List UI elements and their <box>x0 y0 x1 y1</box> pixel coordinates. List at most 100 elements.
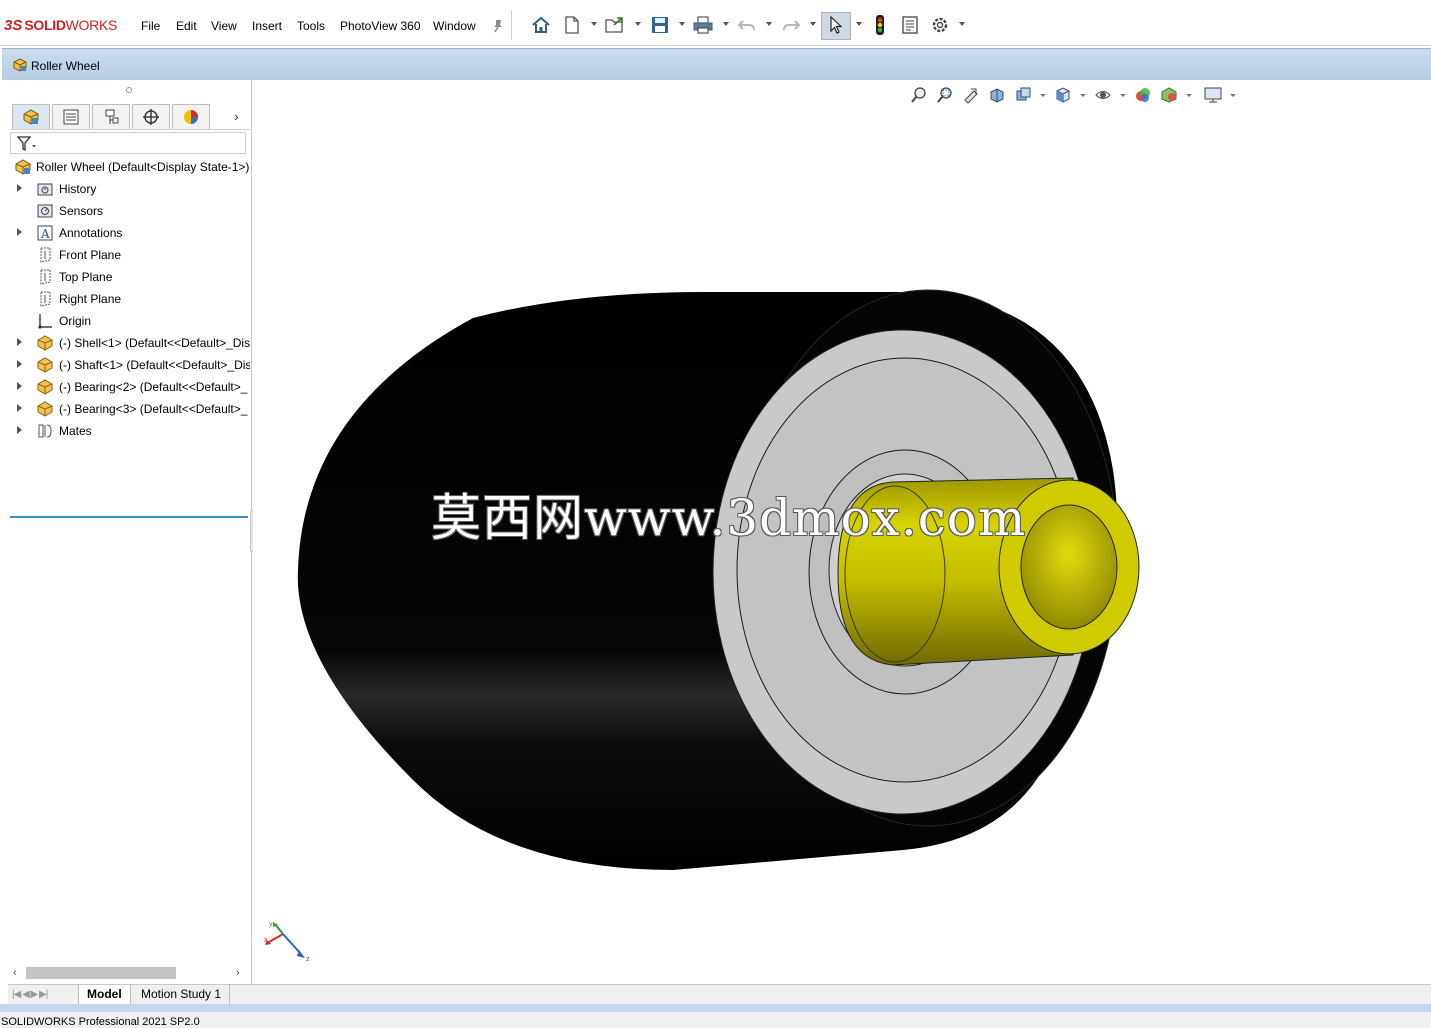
file-properties-icon[interactable] <box>899 14 921 36</box>
graphics-area[interactable]: 莫西网www.3dmox.com x y z <box>253 80 1431 986</box>
tab-navigation-arrows[interactable]: |◀ ◀ ▶ ▶| <box>12 989 48 1000</box>
tree-item-top-plane[interactable]: Top Plane <box>8 266 250 288</box>
view-settings-icon[interactable] <box>1202 84 1224 106</box>
dimxpert-tab[interactable] <box>132 104 170 129</box>
expand-arrow-icon[interactable] <box>17 338 22 346</box>
appearance-dropdown-arrow[interactable] <box>1186 94 1192 97</box>
expand-arrow-icon[interactable] <box>17 404 22 412</box>
open-folder-icon[interactable] <box>604 14 626 36</box>
redo-icon[interactable] <box>780 14 802 36</box>
select-arrow-icon[interactable] <box>825 14 847 36</box>
tree-item-sensors[interactable]: Sensors <box>8 200 250 222</box>
tree-item-bearing-2-default-default[interactable]: (-) Bearing<2> (Default<<Default>_ <box>8 376 250 398</box>
tree-item-mates[interactable]: Mates <box>8 420 250 442</box>
panel-grip-handle[interactable] <box>126 87 132 93</box>
expand-arrow-icon[interactable] <box>17 360 22 368</box>
menu-view[interactable]: View <box>211 19 237 33</box>
tree-item-label: (-) Bearing<2> (Default<<Default>_ <box>59 380 248 394</box>
tree-item-label: Sensors <box>59 204 104 218</box>
featuremanager-tree-icon <box>23 109 39 125</box>
tree-item-front-plane[interactable]: Front Plane <box>8 244 250 266</box>
display-manager-tab[interactable] <box>172 104 210 129</box>
view-settings-dropdown-arrow[interactable] <box>1230 94 1236 97</box>
tree-item-shell-1-default-default-dis[interactable]: (-) Shell<1> (Default<<Default>_Dis <box>8 332 250 354</box>
assembly-icon <box>14 158 32 176</box>
options-gear-icon[interactable] <box>929 14 951 36</box>
filter-funnel-icon[interactable] <box>16 135 38 153</box>
display-style-dropdown-arrow[interactable] <box>1120 94 1126 97</box>
assembly-icon <box>12 57 28 76</box>
zoom-to-fit-icon[interactable] <box>908 84 930 106</box>
solidworks-logo[interactable]: 3S SOLIDWORKS <box>4 14 117 36</box>
view-orientation-dropdown-arrow[interactable] <box>1080 94 1086 97</box>
expand-arrow-icon[interactable] <box>17 382 22 390</box>
configurationmanager-tab[interactable] <box>92 104 130 129</box>
tree-item-shaft-1-default-default-dis[interactable]: (-) Shaft<1> (Default<<Default>_Dis <box>8 354 250 376</box>
select-dropdown-arrow[interactable] <box>856 22 862 26</box>
home-icon[interactable] <box>530 14 552 36</box>
dynamic-annotation-views-icon[interactable] <box>1012 84 1034 106</box>
scroll-left-icon[interactable]: ‹ <box>13 967 17 979</box>
svg-text:y: y <box>269 921 273 928</box>
display-style-icon[interactable] <box>1092 84 1114 106</box>
expand-arrow-icon[interactable] <box>17 228 22 236</box>
tree-item-bearing-3-default-default[interactable]: (-) Bearing<3> (Default<<Default>_ <box>8 398 250 420</box>
menu-window[interactable]: Window <box>433 19 476 33</box>
print-icon[interactable] <box>692 14 714 36</box>
pin-icon[interactable] <box>487 15 509 37</box>
zoom-to-area-icon[interactable] <box>934 84 956 106</box>
previous-view-icon[interactable] <box>960 84 982 106</box>
chevron-right-icon[interactable]: › <box>234 108 239 124</box>
horizontal-scrollbar[interactable]: ‹ › <box>10 964 248 982</box>
featuremanager-tab[interactable] <box>12 104 50 129</box>
tab-motion-study-1[interactable]: Motion Study 1 <box>133 985 231 1004</box>
tree-item-label: Mates <box>59 424 92 438</box>
expand-arrow-icon[interactable] <box>17 184 22 192</box>
new-dropdown-arrow[interactable] <box>591 22 597 26</box>
view-orientation-icon[interactable] <box>1052 84 1074 106</box>
tree-item-label: (-) Shell<1> (Default<<Default>_Dis <box>59 336 250 350</box>
undo-dropdown-arrow[interactable] <box>766 22 772 26</box>
status-version-text: SOLIDWORKS Professional 2021 SP2.0 <box>1 1016 200 1028</box>
menu-photoview-360[interactable]: PhotoView 360 <box>340 19 421 33</box>
status-bar: SOLIDWORKS Professional 2021 SP2.0 <box>0 1012 1431 1028</box>
main-menu-bar: 3S SOLIDWORKS File Edit View Insert Tool… <box>0 0 1431 46</box>
menu-tools[interactable]: Tools <box>297 19 325 33</box>
rebuild-traffic-light-icon[interactable] <box>869 14 891 36</box>
history-folder-icon <box>36 180 54 198</box>
tree-root-assembly[interactable]: Roller Wheel (Default<Display State-1>) <box>8 156 250 178</box>
propertymanager-icon <box>63 109 79 125</box>
svg-text:x: x <box>264 937 268 944</box>
save-dropdown-arrow[interactable] <box>679 22 685 26</box>
menu-file[interactable]: File <box>141 19 160 33</box>
undo-icon[interactable] <box>736 14 758 36</box>
document-title: Roller Wheel <box>31 59 100 73</box>
edit-appearance-icon[interactable] <box>1158 84 1180 106</box>
tree-item-annotations[interactable]: A Annotations <box>8 222 250 244</box>
shaft-bore[interactable] <box>1020 504 1118 630</box>
expand-arrow-icon[interactable] <box>17 426 22 434</box>
hide-show-items-icon[interactable] <box>1132 84 1154 106</box>
annotation-views-dropdown-arrow[interactable] <box>1040 94 1046 97</box>
rollback-bar[interactable] <box>10 516 248 518</box>
new-document-icon[interactable] <box>561 14 583 36</box>
origin-icon <box>36 312 54 330</box>
open-dropdown-arrow[interactable] <box>635 22 641 26</box>
tree-filter-bar[interactable] <box>10 132 246 154</box>
tree-item-label: Right Plane <box>59 292 122 306</box>
section-view-icon[interactable] <box>986 84 1008 106</box>
menu-insert[interactable]: Insert <box>252 19 282 33</box>
redo-dropdown-arrow[interactable] <box>810 22 816 26</box>
tree-item-history[interactable]: History <box>8 178 250 200</box>
print-dropdown-arrow[interactable] <box>723 22 729 26</box>
propertymanager-tab[interactable] <box>52 104 90 129</box>
scrollbar-thumb[interactable] <box>26 967 176 979</box>
menu-edit[interactable]: Edit <box>176 19 197 33</box>
part-icon <box>36 334 54 352</box>
options-dropdown-arrow[interactable] <box>959 22 965 26</box>
save-icon[interactable] <box>649 14 671 36</box>
scroll-right-icon[interactable]: › <box>236 967 240 979</box>
tab-model[interactable]: Model <box>78 985 131 1004</box>
tree-item-right-plane[interactable]: Right Plane <box>8 288 250 310</box>
tree-item-origin[interactable]: Origin <box>8 310 250 332</box>
